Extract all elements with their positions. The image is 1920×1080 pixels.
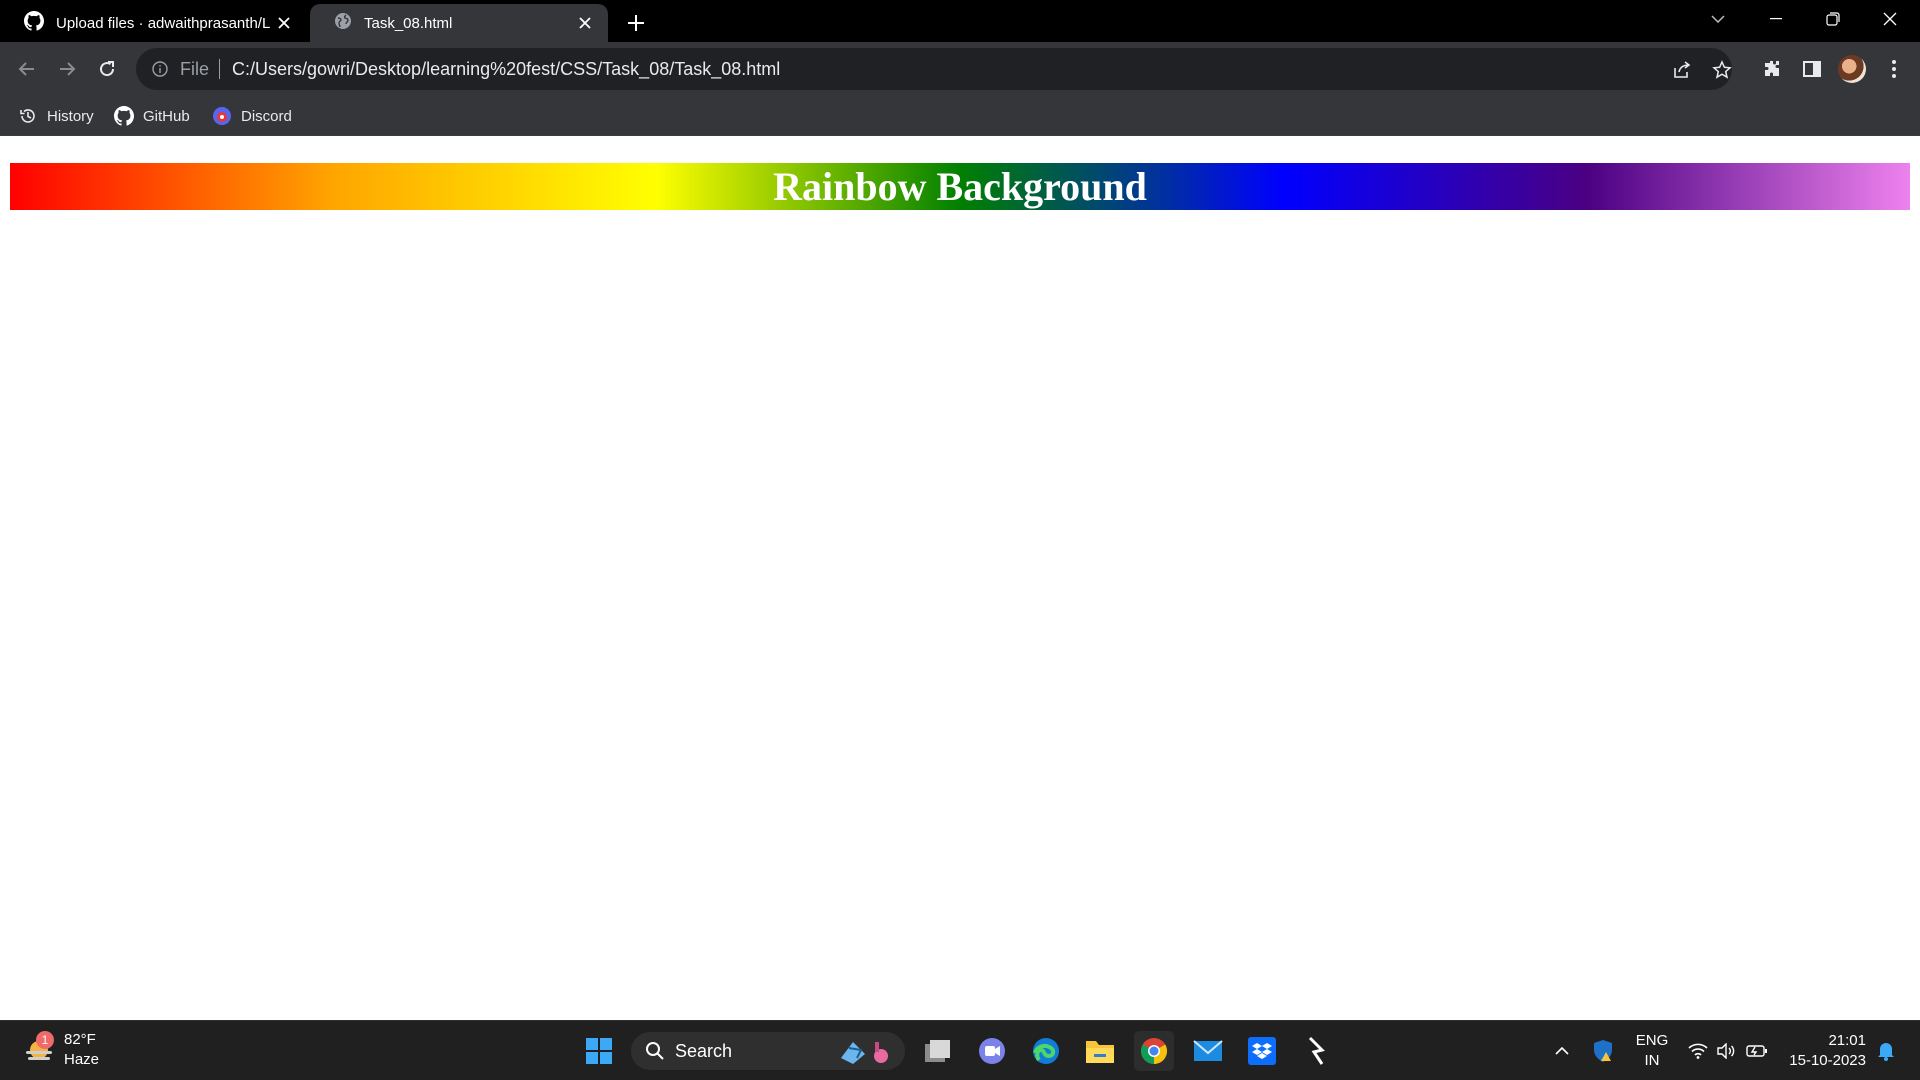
weather-temp: 82°F [64,1031,96,1048]
weather-condition: Haze [64,1051,100,1068]
wifi-icon[interactable] [1686,1035,1710,1067]
language-indicator[interactable]: ENG IN [1632,1031,1672,1071]
dropbox-icon[interactable] [1242,1031,1282,1071]
forward-button[interactable] [52,54,82,84]
search-label: Search [675,1040,733,1061]
windows-taskbar: 1 82°F Haze Search ENG IN 21:01 15-10-20… [0,1020,1920,1080]
bookmark-label: GitHub [143,107,190,125]
security-shield-icon[interactable] [1590,1035,1616,1067]
page-viewport: Rainbow Background [0,136,1920,1020]
taskbar-search[interactable]: Search [631,1032,905,1070]
bookmark-github[interactable]: GitHub [114,104,190,128]
tab-title: Task_08.html [364,14,453,32]
info-icon[interactable] [150,59,170,79]
file-view-icon[interactable] [918,1031,958,1071]
page-title: Rainbow Background [773,163,1147,209]
bookmarks-bar: History GitHub Discord [0,96,1920,136]
time: 21:01 [1828,1032,1866,1049]
tab-search-chevron-icon[interactable] [1690,0,1746,38]
profile-avatar[interactable] [1838,55,1866,83]
close-window-button[interactable] [1862,0,1918,38]
globe-icon [334,12,352,34]
terminal-icon[interactable] [1296,1031,1336,1071]
clock[interactable]: 21:01 15-10-2023 [1786,1031,1866,1071]
divider [219,59,221,79]
chevron-up-icon[interactable] [1550,1035,1574,1067]
back-button[interactable] [12,54,42,84]
volume-icon[interactable] [1714,1035,1738,1067]
date: 15-10-2023 [1789,1052,1866,1069]
notification-bell-icon[interactable] [1874,1035,1898,1067]
windows-start-icon[interactable] [579,1031,619,1071]
search-icon [645,1041,665,1061]
bookmark-discord[interactable]: Discord [212,104,292,128]
address-bar[interactable]: File C:/Users/gowri/Desktop/learning%20f… [136,48,1732,90]
language-code: ENG [1635,1032,1669,1049]
bookmark-history[interactable]: History [18,104,94,128]
weather-widget[interactable]: 1 82°F Haze [22,1030,99,1070]
history-icon [18,106,38,126]
tab-upload-files[interactable]: Upload files · adwaithprasanth/L [0,4,307,42]
tab-strip: Upload files · adwaithprasanth/L Task_08… [0,0,1920,42]
edge-icon[interactable] [1026,1031,1066,1071]
extensions-icon[interactable] [1758,55,1786,83]
chrome-icon[interactable] [1134,1031,1174,1071]
bookmark-star-icon[interactable] [1711,59,1733,81]
reload-button[interactable] [92,54,122,84]
share-icon[interactable] [1671,59,1693,81]
notification-badge: 1 [36,1031,54,1049]
close-icon[interactable] [273,12,295,34]
minimize-button[interactable] [1748,0,1804,38]
github-icon [114,106,134,126]
close-icon[interactable] [574,12,596,34]
restore-button[interactable] [1805,0,1861,38]
teams-icon[interactable] [972,1031,1012,1071]
side-panel-icon[interactable] [1798,55,1826,83]
discord-icon [212,106,232,126]
tab-title: Upload files · adwaithprasanth/L [56,14,271,32]
haze-icon: 1 [22,1031,56,1067]
tab-task-08[interactable]: Task_08.html [310,4,608,42]
scheme-label: File [180,58,210,79]
github-icon [24,11,45,35]
region-code: IN [1644,1052,1660,1069]
battery-icon[interactable] [1744,1035,1770,1067]
mail-icon[interactable] [1188,1031,1228,1071]
menu-kebab-icon[interactable] [1880,55,1908,83]
bookmark-label: History [47,107,94,125]
file-explorer-icon[interactable] [1080,1031,1120,1071]
url-text[interactable]: C:/Users/gowri/Desktop/learning%20fest/C… [232,59,780,80]
bookmark-label: Discord [241,107,292,125]
search-highlight-icon [835,1036,893,1066]
browser-toolbar: File C:/Users/gowri/Desktop/learning%20f… [0,42,1920,96]
new-tab-button[interactable] [622,9,650,37]
rainbow-banner: Rainbow Background [10,163,1910,210]
